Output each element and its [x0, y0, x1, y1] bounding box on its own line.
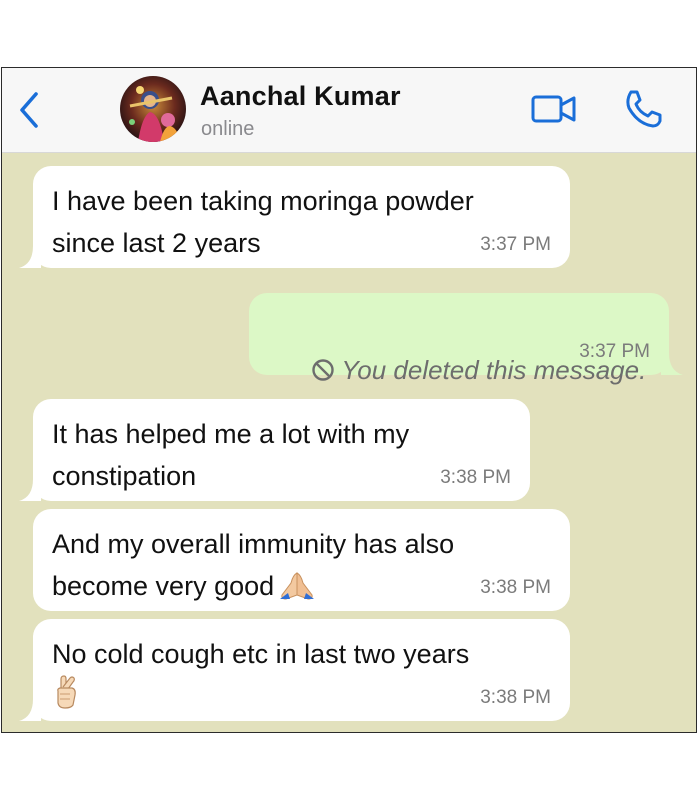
- message-time: 3:38 PM: [440, 467, 511, 488]
- deleted-icon: [312, 359, 335, 381]
- chat-header: Aanchal Kumar online: [2, 68, 696, 153]
- message-bubble-incoming[interactable]: And my overall immunity has also become …: [33, 509, 570, 611]
- bubble-tail: [661, 353, 683, 375]
- video-call-button[interactable]: [530, 90, 578, 128]
- crossed-fingers-emoji: [57, 675, 76, 709]
- message-time: 3:38 PM: [480, 577, 551, 598]
- bubble-tail: [19, 246, 41, 268]
- chevron-left-icon: [20, 92, 38, 128]
- phone-icon: [626, 90, 662, 128]
- message-time: 3:37 PM: [480, 234, 551, 255]
- video-camera-icon: [531, 95, 576, 123]
- avatar[interactable]: [120, 76, 186, 142]
- message-time: 3:37 PM: [579, 341, 650, 362]
- message-bubble-outgoing[interactable]: You deleted this message. 3:37 PM: [249, 293, 683, 385]
- bubble-tail: [19, 699, 41, 721]
- contact-status: online: [201, 118, 255, 140]
- message-bubble-incoming[interactable]: It has helped me a lot with my constipat…: [19, 399, 530, 501]
- message-text: I have been taking moringa powder since …: [52, 186, 474, 258]
- bubble-tail: [19, 479, 41, 501]
- message-time: 3:38 PM: [480, 687, 551, 708]
- message-bubble-incoming[interactable]: No cold cough etc in last two years 3:38…: [19, 619, 570, 721]
- back-button[interactable]: [14, 88, 44, 132]
- message-text: No cold cough etc in last two years: [52, 639, 470, 669]
- chat-screen: Aanchal Kumar online I have been taking …: [1, 67, 697, 733]
- message-bubble-incoming[interactable]: I have been taking moringa powder since …: [19, 166, 570, 268]
- contact-name[interactable]: Aanchal Kumar: [200, 81, 401, 112]
- folded-hands-emoji: [280, 572, 315, 600]
- voice-call-button[interactable]: [622, 88, 664, 130]
- avatar-image: [120, 76, 186, 142]
- message-text: And my overall immunity has also become …: [52, 529, 455, 601]
